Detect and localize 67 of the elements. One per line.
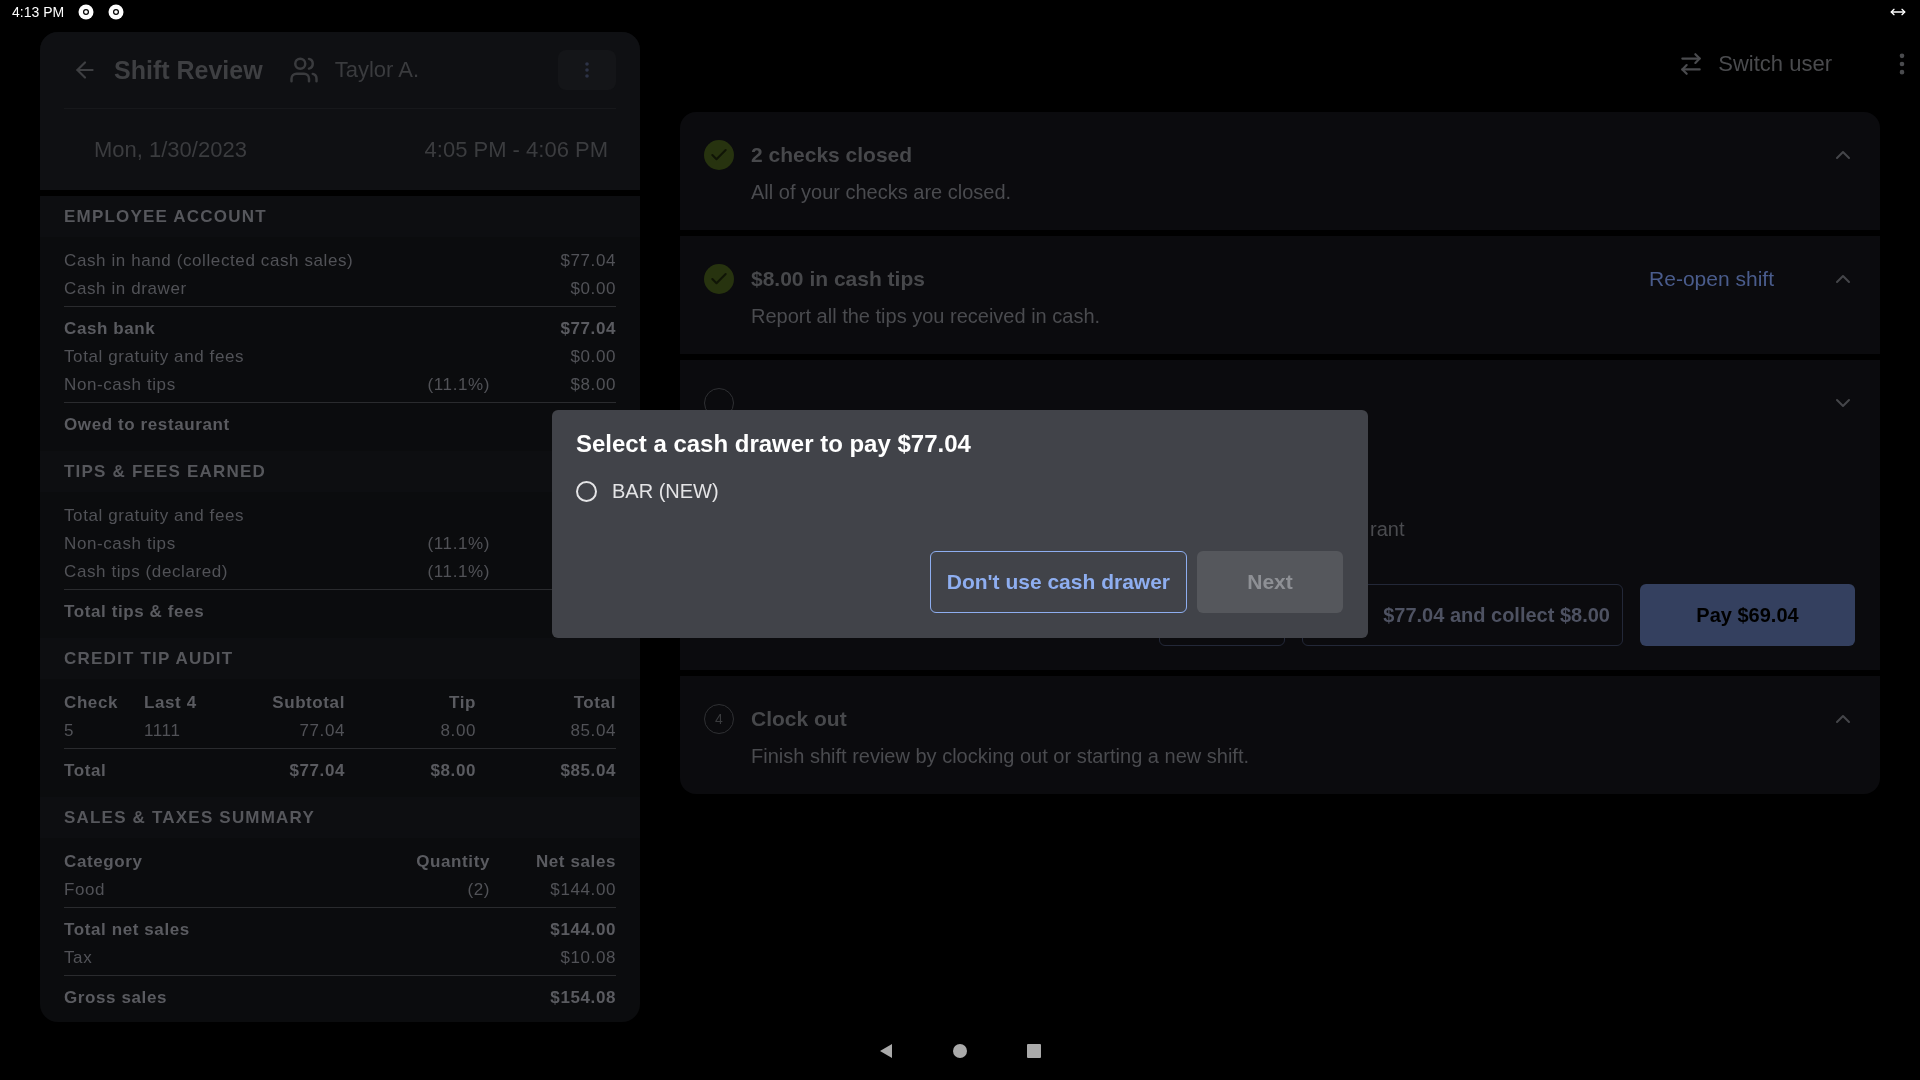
check-icon bbox=[704, 140, 734, 170]
table-cell-text: 85.04 bbox=[569, 721, 616, 741]
row-label: Owed to restaurant bbox=[64, 415, 231, 435]
row-label: Total gratuity and fees bbox=[64, 347, 246, 367]
browser-icon bbox=[108, 4, 125, 20]
row-value: $10.08 bbox=[559, 948, 616, 968]
status-time: 4:13 PM bbox=[12, 4, 65, 20]
table-cell-text: $85.04 bbox=[559, 761, 616, 781]
switch-user-button[interactable]: Switch user bbox=[1668, 45, 1842, 83]
more-button[interactable] bbox=[558, 50, 616, 90]
recents-icon[interactable] bbox=[1026, 1043, 1042, 1059]
home-icon[interactable] bbox=[952, 1043, 968, 1059]
row-note: (2) bbox=[467, 880, 490, 900]
radio-icon[interactable] bbox=[576, 481, 597, 502]
table-cell-text: 77.04 bbox=[298, 721, 345, 741]
table-cell-text: Check bbox=[64, 693, 120, 713]
check-icon bbox=[704, 264, 734, 294]
row-label: Non-cash tips bbox=[64, 534, 177, 554]
row-label: Total gratuity and fees bbox=[64, 506, 246, 526]
table-cell-text: Subtotal bbox=[271, 693, 345, 713]
row-label: Total net sales bbox=[64, 920, 191, 940]
row-label: Total tips & fees bbox=[64, 602, 206, 622]
step-title: $8.00 in cash tips bbox=[751, 267, 926, 291]
row-value: Net sales bbox=[534, 852, 616, 872]
table-cell-text: 1111 bbox=[144, 721, 182, 741]
row-note: (11.1%) bbox=[427, 562, 490, 582]
row-value: $8.00 bbox=[569, 375, 616, 395]
step-description: Report all the tips you received in cash. bbox=[751, 304, 1102, 329]
table-cell-text: $77.04 bbox=[288, 761, 345, 781]
table-cell-text: $8.00 bbox=[429, 761, 476, 781]
step-title: Clock out bbox=[751, 707, 848, 731]
row-label: Cash in drawer bbox=[64, 279, 188, 299]
table-cell-text: Total bbox=[64, 761, 108, 781]
row-value: $0.00 bbox=[569, 347, 616, 367]
row-value: $154.08 bbox=[549, 988, 616, 1008]
row-label: Tax bbox=[64, 948, 94, 968]
table-cell-text: Tip bbox=[448, 693, 476, 713]
row-label: Cash bank bbox=[64, 319, 157, 339]
row-label: Cash in hand (collected cash sales) bbox=[64, 251, 355, 271]
row-label: Food bbox=[64, 880, 107, 900]
table-cell-text: Last 4 bbox=[144, 693, 198, 713]
row-value: $0.00 bbox=[569, 279, 616, 299]
row-label: Cash tips (declared) bbox=[64, 562, 230, 582]
dialog-button[interactable]: Don't use cash drawer bbox=[929, 551, 1187, 613]
kebab-icon bbox=[585, 62, 589, 78]
table-cell-text: Total bbox=[572, 693, 616, 713]
row-value: $144.00 bbox=[549, 880, 616, 900]
step-title: 2 checks closed bbox=[751, 143, 914, 167]
table-cell-text: 5 bbox=[64, 721, 76, 741]
row-label: Gross sales bbox=[64, 988, 168, 1008]
row-value: $144.00 bbox=[549, 920, 616, 940]
step-description: rant bbox=[1370, 517, 1406, 542]
action-button[interactable]: Pay $69.04 bbox=[1640, 584, 1855, 646]
row-note: Quantity bbox=[416, 852, 490, 872]
people-icon bbox=[288, 55, 319, 85]
row-note: (11.1%) bbox=[427, 534, 490, 554]
row-label: Non-cash tips bbox=[64, 375, 177, 395]
row-label: Category bbox=[64, 852, 144, 872]
table-cell-text: 8.00 bbox=[439, 721, 476, 741]
step-description: Finish shift review by clocking out or starting a new shift. bbox=[751, 744, 1250, 769]
reopen-shift-link[interactable]: Re-open shift bbox=[1649, 267, 1774, 291]
browser-icon bbox=[78, 4, 95, 20]
step-description: All of your checks are closed. bbox=[751, 180, 1013, 205]
row-note: (11.1%) bbox=[427, 375, 490, 395]
back-icon[interactable] bbox=[878, 1043, 894, 1059]
row-value: $77.04 bbox=[559, 251, 616, 271]
row-value: $77.04 bbox=[559, 319, 616, 339]
